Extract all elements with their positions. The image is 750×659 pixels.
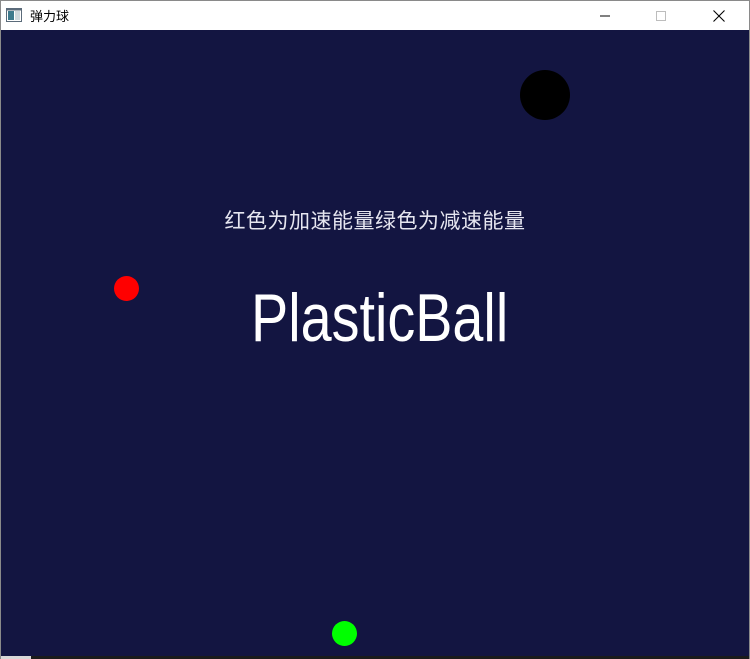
minimize-icon xyxy=(600,15,610,16)
close-button[interactable] xyxy=(691,1,747,30)
maximize-icon xyxy=(656,10,666,21)
minimize-button[interactable] xyxy=(577,1,633,30)
decelerate-energy-ball xyxy=(332,621,357,646)
accelerate-energy-ball xyxy=(114,276,139,301)
app-window-icon xyxy=(6,7,22,22)
game-canvas[interactable]: 红色为加速能量绿色为减速能量 PlasticBall xyxy=(1,30,749,656)
close-icon xyxy=(713,9,725,22)
player-ball xyxy=(520,70,570,120)
app-window: 弹力球 红色为加速能量绿色为减速能量 PlasticBall xyxy=(0,0,750,659)
energy-hint-text: 红色为加速能量绿色为减速能量 xyxy=(224,209,526,233)
maximize-button[interactable] xyxy=(633,1,689,30)
game-title: PlasticBall xyxy=(251,280,509,356)
window-title: 弹力球 xyxy=(30,10,70,25)
title-bar[interactable]: 弹力球 xyxy=(1,1,749,30)
